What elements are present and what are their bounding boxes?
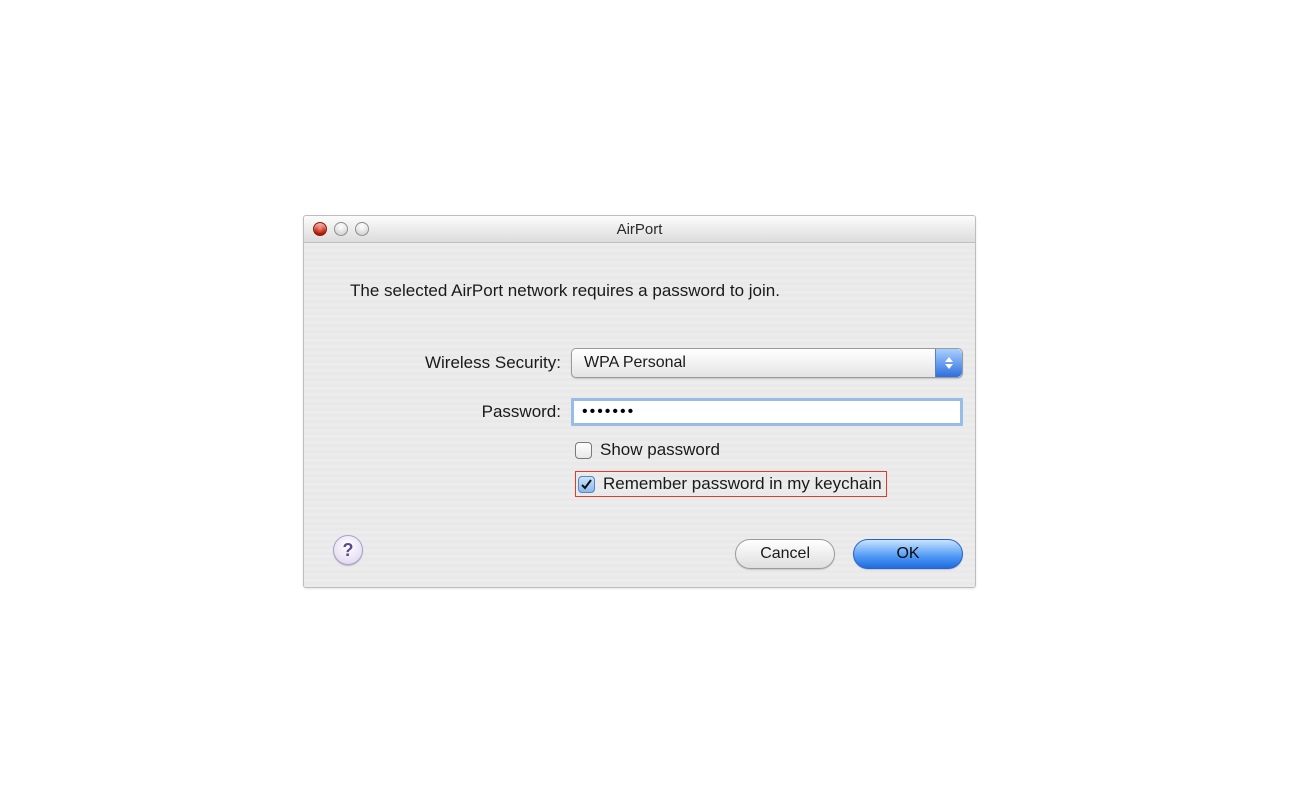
help-icon: ? <box>343 540 354 561</box>
checkmark-icon <box>580 478 593 491</box>
remember-password-row: Remember password in my keychain <box>304 471 975 497</box>
wireless-security-value: WPA Personal <box>584 354 686 372</box>
dialog-message: The selected AirPort network requires a … <box>350 281 780 301</box>
window-title: AirPort <box>304 221 975 238</box>
dialog-buttons: Cancel OK <box>735 539 963 569</box>
wireless-security-popup[interactable]: WPA Personal <box>571 348 963 378</box>
help-button[interactable]: ? <box>333 535 363 565</box>
titlebar: AirPort <box>304 216 975 243</box>
password-row: Password: ••••••• <box>304 398 975 426</box>
password-input[interactable]: ••••••• <box>571 398 963 426</box>
airport-password-dialog: AirPort The selected AirPort network req… <box>303 215 976 588</box>
show-password-checkbox[interactable] <box>575 442 592 459</box>
ok-button-label: OK <box>896 545 919 563</box>
show-password-row: Show password <box>304 440 975 460</box>
zoom-window-button[interactable] <box>355 222 369 236</box>
dialog-body: The selected AirPort network requires a … <box>304 243 975 587</box>
ok-button[interactable]: OK <box>853 539 963 569</box>
close-window-button[interactable] <box>313 222 327 236</box>
remember-password-checkbox[interactable] <box>578 476 595 493</box>
window-controls <box>313 222 369 236</box>
show-password-label: Show password <box>600 440 720 460</box>
password-label: Password: <box>304 402 571 422</box>
popup-arrows-icon <box>935 349 962 377</box>
minimize-window-button[interactable] <box>334 222 348 236</box>
password-value: ••••••• <box>582 403 635 421</box>
remember-password-label: Remember password in my keychain <box>603 474 882 494</box>
cancel-button[interactable]: Cancel <box>735 539 835 569</box>
remember-highlight: Remember password in my keychain <box>575 471 887 497</box>
wireless-security-row: Wireless Security: WPA Personal <box>304 348 975 378</box>
wireless-security-label: Wireless Security: <box>304 353 571 373</box>
cancel-button-label: Cancel <box>760 545 810 563</box>
